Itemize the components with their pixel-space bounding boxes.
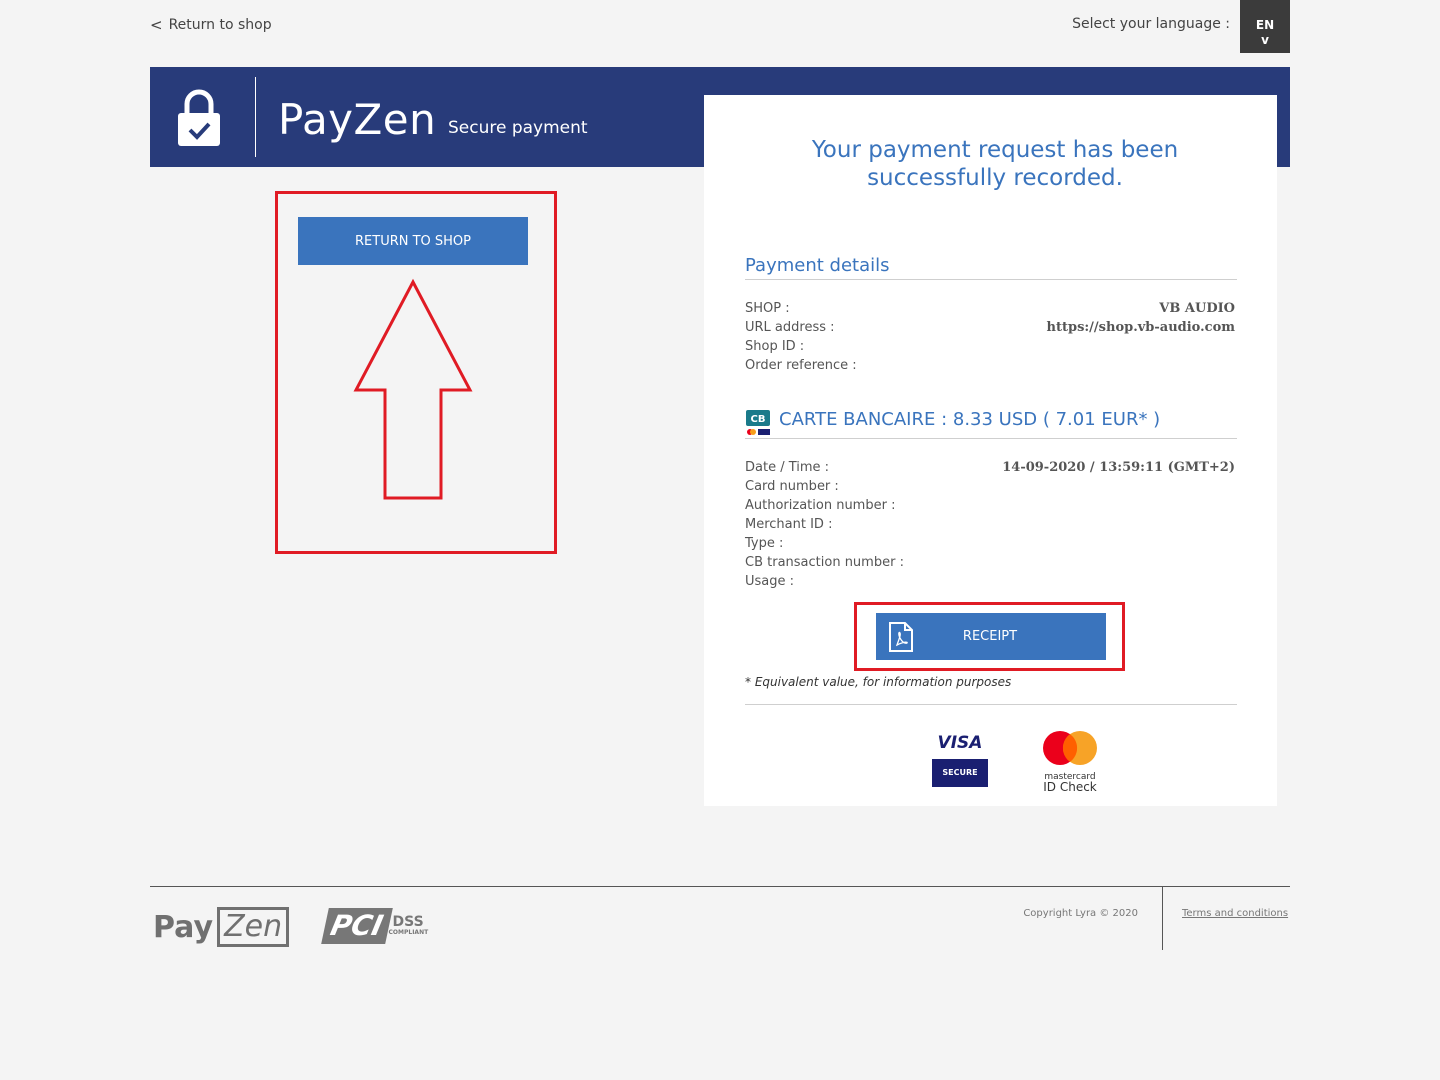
detail-row-order-ref: Order reference :	[745, 358, 1235, 377]
detail-label: Shop ID :	[745, 339, 805, 354]
return-to-shop-link[interactable]: < Return to shop	[150, 16, 272, 34]
detail-label: URL address :	[745, 320, 835, 335]
transaction-row-type: Type :	[745, 536, 1235, 555]
detail-value: VB AUDIO	[1159, 301, 1235, 316]
return-to-shop-label: Return to shop	[168, 17, 272, 33]
transaction-row-datetime: Date / Time : 14-09-2020 / 13:59:11 (GMT…	[745, 460, 1235, 479]
mastercard-circles-icon	[1043, 731, 1097, 765]
pci-dss-logo: PCI DSS COMPLIANT	[321, 908, 429, 944]
divider	[745, 279, 1237, 280]
visa-secure-label: SECURE	[932, 759, 988, 787]
header-divider	[255, 77, 256, 157]
pci-dss-label: DSS	[392, 914, 424, 930]
annotation-up-arrow-icon	[353, 278, 473, 500]
equivalent-value-footnote: * Equivalent value, for information purp…	[745, 675, 1012, 689]
detail-label: Order reference :	[745, 358, 857, 373]
detail-label: SHOP :	[745, 301, 790, 316]
terms-and-conditions-link[interactable]: Terms and conditions	[1182, 908, 1288, 919]
transaction-row-authorization: Authorization number :	[745, 498, 1235, 517]
chevron-left-icon: <	[150, 16, 163, 34]
mastercard-id-check-logo: mastercard ID Check	[1040, 730, 1102, 794]
transaction-value: 14-09-2020 / 13:59:11 (GMT+2)	[1002, 460, 1235, 475]
divider	[745, 438, 1237, 439]
success-message-line-1: Your payment request has been	[811, 137, 1179, 163]
brand-name: PayZen	[278, 95, 437, 144]
detail-row-url: URL address : https://shop.vb-audio.com	[745, 320, 1235, 339]
language-selector[interactable]: EN v	[1240, 0, 1290, 53]
language-code: EN	[1255, 18, 1275, 32]
lock-check-icon	[178, 89, 220, 146]
footer-divider	[150, 886, 1290, 887]
detail-row-shop-id: Shop ID :	[745, 339, 1235, 358]
transaction-label: Usage :	[745, 574, 795, 589]
cb-card-icon: CB	[746, 410, 770, 435]
payzen-logo-zen: Zen	[217, 907, 290, 947]
transaction-row-merchant-id: Merchant ID :	[745, 517, 1235, 536]
divider	[745, 704, 1237, 705]
payzen-footer-logo: Pay Zen	[153, 907, 290, 947]
payment-details-title: Payment details	[745, 255, 890, 276]
chevron-down-icon: v	[1261, 33, 1269, 47]
svg-text:CB: CB	[751, 414, 766, 425]
success-message-line-2: successfully recorded.	[867, 165, 1123, 191]
transaction-row-usage: Usage :	[745, 574, 1235, 593]
transaction-row-card-number: Card number :	[745, 479, 1235, 498]
pci-mark: PCI	[321, 908, 393, 944]
footer-vertical-divider	[1162, 887, 1163, 950]
id-check-label: ID Check	[1043, 780, 1097, 794]
transaction-row-cb-number: CB transaction number :	[745, 555, 1235, 574]
copyright-text: Copyright Lyra © 2020	[1023, 908, 1138, 919]
language-label: Select your language :	[1072, 16, 1230, 32]
card-payment-title: CARTE BANCAIRE : 8.33 USD ( 7.01 EUR* )	[779, 409, 1161, 430]
pci-compliant-label: COMPLIANT	[388, 929, 429, 936]
transaction-label: Card number :	[745, 479, 839, 494]
pdf-file-icon	[889, 622, 913, 652]
transaction-label: Authorization number :	[745, 498, 896, 513]
detail-value: https://shop.vb-audio.com	[1046, 320, 1235, 335]
visa-secure-logo: VISA SECURE	[932, 733, 988, 787]
detail-row-shop: SHOP : VB AUDIO	[745, 301, 1235, 320]
payment-result-card	[704, 95, 1277, 806]
transaction-label: Type :	[745, 536, 784, 551]
success-message: Your payment request has been successful…	[760, 136, 1230, 192]
transaction-label: CB transaction number :	[745, 555, 904, 570]
transaction-label: Merchant ID :	[745, 517, 833, 532]
visa-wordmark: VISA	[937, 733, 983, 753]
payzen-logo-pay: Pay	[153, 909, 214, 945]
brand-subtitle: Secure payment	[448, 118, 588, 138]
return-to-shop-button[interactable]: RETURN TO SHOP	[298, 217, 528, 265]
transaction-label: Date / Time :	[745, 460, 830, 475]
